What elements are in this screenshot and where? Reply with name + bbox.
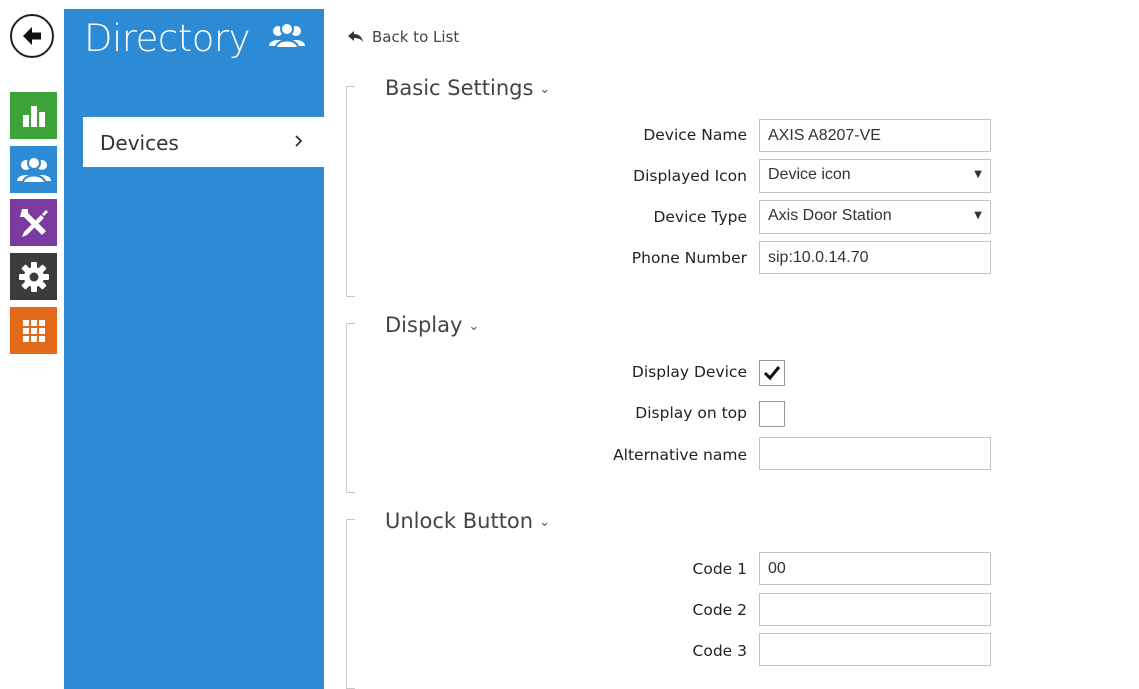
- back-to-list-label: Back to List: [372, 28, 460, 46]
- bar-chart-icon: [22, 105, 45, 127]
- back-to-list-link[interactable]: Back to List: [348, 28, 459, 46]
- reply-arrow-icon: [348, 31, 363, 42]
- device-type-select[interactable]: Axis Door Station ▼: [759, 200, 991, 234]
- section-title-display[interactable]: Display ⌄: [385, 313, 479, 337]
- apps-tile[interactable]: [10, 307, 57, 354]
- gear-icon: [18, 261, 49, 292]
- section-title-unlock[interactable]: Unlock Button ⌄: [385, 509, 550, 533]
- phone-number-input[interactable]: [759, 241, 991, 274]
- directory-tile[interactable]: [10, 146, 57, 193]
- device-type-value: Axis Door Station: [768, 207, 892, 224]
- checkmark-icon: [763, 366, 781, 381]
- alternative-name-label: Alternative name: [613, 446, 747, 464]
- section-title-basic[interactable]: Basic Settings ⌄: [385, 76, 550, 100]
- display-device-checkbox[interactable]: [759, 360, 785, 386]
- display-on-top-label: Display on top: [635, 404, 747, 422]
- phone-number-label: Phone Number: [631, 249, 747, 267]
- sidebar-item-label: Devices: [100, 131, 179, 155]
- back-button[interactable]: [10, 14, 54, 58]
- tools-icon: [19, 208, 48, 237]
- status-tile[interactable]: [10, 92, 57, 139]
- chevron-down-icon: ⌄: [468, 318, 480, 334]
- system-tile[interactable]: [10, 253, 57, 300]
- panel-title: Directory: [84, 17, 251, 60]
- displayed-icon-value: Device icon: [768, 166, 851, 183]
- code-3-label: Code 3: [692, 642, 747, 660]
- sidebar-item-devices[interactable]: Devices: [83, 117, 324, 167]
- dropdown-arrow-icon: ▼: [974, 169, 982, 180]
- users-icon: [16, 155, 51, 184]
- directory-panel: Directory Devices: [64, 9, 324, 689]
- displayed-icon-select[interactable]: Device icon ▼: [759, 159, 991, 193]
- services-tile[interactable]: [10, 199, 57, 246]
- section-bracket-basic: [346, 86, 355, 297]
- chevron-down-icon: ⌄: [539, 81, 551, 97]
- code-1-input[interactable]: [759, 552, 991, 585]
- display-device-label: Display Device: [631, 363, 747, 381]
- dropdown-arrow-icon: ▼: [974, 210, 982, 221]
- section-title-text: Basic Settings: [385, 76, 534, 100]
- code-2-input[interactable]: [759, 593, 991, 626]
- device-name-label: Device Name: [643, 126, 747, 144]
- chevron-down-icon: ⌄: [539, 514, 550, 530]
- code-1-label: Code 1: [692, 560, 747, 578]
- device-name-input[interactable]: [759, 119, 991, 152]
- alternative-name-input[interactable]: [759, 437, 991, 470]
- code-3-input[interactable]: [759, 633, 991, 666]
- device-type-label: Device Type: [653, 208, 747, 226]
- section-title-text: Display: [385, 313, 463, 337]
- back-arrow-icon: [23, 27, 41, 45]
- section-bracket-unlock: [346, 519, 355, 689]
- section-bracket-display: [346, 323, 355, 493]
- display-on-top-checkbox[interactable]: [759, 401, 785, 427]
- code-2-label: Code 2: [692, 601, 747, 619]
- displayed-icon-label: Displayed Icon: [633, 167, 747, 185]
- chevron-right-icon: [295, 135, 303, 147]
- users-icon: [267, 20, 307, 56]
- app-rail: [0, 0, 64, 689]
- grid-icon: [22, 319, 45, 342]
- section-title-text: Unlock Button: [385, 509, 534, 533]
